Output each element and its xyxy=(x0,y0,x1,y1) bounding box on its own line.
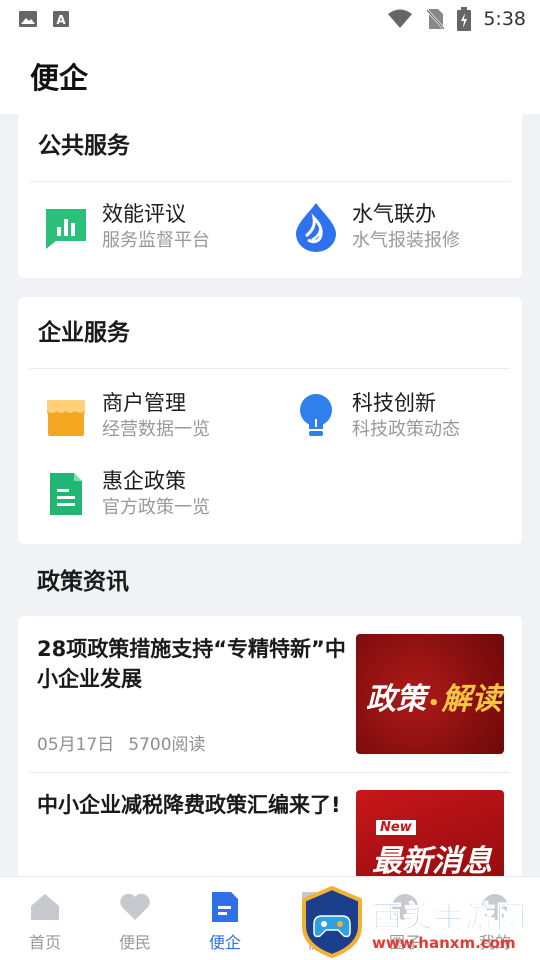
service-item-water-gas[interactable]: 水气联办 水气报装报修 xyxy=(294,200,460,254)
tab-home[interactable]: 首页 xyxy=(0,877,90,960)
service-subtitle: 经营数据一览 xyxy=(102,419,210,440)
enterprise-services-title: 企业服务 xyxy=(30,297,510,369)
battery-charging-icon xyxy=(457,7,472,31)
news-item[interactable]: 中小企业减税降费政策汇编来了! New 最新消息 xyxy=(18,772,522,876)
store-icon xyxy=(44,392,88,440)
tab-enterprise[interactable]: 便企 xyxy=(180,877,270,960)
service-name: 效能评议 xyxy=(102,202,186,226)
public-services-card: 公共服务 效能评议 服务监督平台 水气联办 水气报装报修 xyxy=(18,114,522,278)
service-subtitle: 科技政策动态 xyxy=(352,419,460,440)
service-item-enterprise-policy[interactable]: 惠企政策 官方政策一览 xyxy=(44,467,210,521)
service-subtitle: 服务监督平台 xyxy=(102,230,210,251)
tab-convenience[interactable]: 便民 xyxy=(90,877,180,960)
enterprise-services-card: 企业服务 商户管理 经营数据一览 科技创新 科技政策动态 惠企政策 官方政策一览 xyxy=(18,297,522,544)
news-reads: 5700阅读 xyxy=(128,735,206,755)
thumb-text-latest: 最新消息 xyxy=(372,844,492,876)
no-sim-icon xyxy=(426,9,446,30)
service-subtitle: 官方政策一览 xyxy=(102,497,210,518)
home-icon xyxy=(29,891,61,923)
news-thumbnail: New 最新消息 xyxy=(356,790,504,876)
status-bar: A 5:38 xyxy=(0,0,540,38)
service-item-efficiency-review[interactable]: 效能评议 服务监督平台 xyxy=(44,200,210,254)
news-date: 05月17日 xyxy=(37,735,115,755)
status-time: 5:38 xyxy=(483,8,526,30)
app-header: 便企 xyxy=(0,38,540,114)
service-name: 惠企政策 xyxy=(102,469,186,493)
tab-label: 便民 xyxy=(118,933,151,952)
document-icon xyxy=(209,891,241,923)
watermark-logo-icon xyxy=(302,886,362,958)
document-icon xyxy=(44,470,88,518)
service-item-tech-innovation[interactable]: 科技创新 科技政策动态 xyxy=(294,389,460,443)
news-meta: 05月17日 5700阅读 xyxy=(37,730,220,755)
news-item[interactable]: 28项政策措施支持“专精特新”中小企业发展 05月17日 5700阅读 政策 •解读 xyxy=(18,616,522,772)
heart-icon xyxy=(119,891,151,923)
page-title: 便企 xyxy=(30,61,89,95)
chart-chat-icon xyxy=(44,203,88,251)
tab-label: 便企 xyxy=(208,933,241,952)
bulb-icon xyxy=(294,392,338,440)
image-notification-icon xyxy=(19,11,37,27)
watermark: 西美手游网 www.hanxm.com xyxy=(300,884,540,960)
news-list: 28项政策措施支持“专精特新”中小企业发展 05月17日 5700阅读 政策 •解读… xyxy=(18,616,522,876)
service-name: 商户管理 xyxy=(102,391,186,415)
water-drop-icon xyxy=(294,203,338,252)
main-content[interactable]: 公共服务 效能评议 服务监督平台 水气联办 水气报装报修 企业服务 商户管理 经… xyxy=(0,114,540,876)
news-thumbnail: 政策 •解读 xyxy=(356,634,504,754)
news-title: 28项政策措施支持“专精特新”中小企业发展 xyxy=(37,637,346,691)
thumb-text-interpret: 解读 xyxy=(441,682,502,717)
thumb-text-policy: 政策 xyxy=(366,682,426,717)
watermark-title: 西美手游网 xyxy=(372,900,527,936)
svg-text:A: A xyxy=(56,13,66,27)
tab-label: 首页 xyxy=(28,933,61,952)
service-name: 科技创新 xyxy=(352,391,436,415)
public-services-title: 公共服务 xyxy=(30,114,510,182)
news-title: 中小企业减税降费政策汇编来了! xyxy=(37,793,341,817)
news-section-title: 政策资讯 xyxy=(37,569,129,595)
service-subtitle: 水气报装报修 xyxy=(352,230,460,251)
service-item-merchant-management[interactable]: 商户管理 经营数据一览 xyxy=(44,389,210,443)
service-name: 水气联办 xyxy=(352,202,436,226)
font-notification-icon: A xyxy=(53,11,69,27)
watermark-url: www.hanxm.com xyxy=(372,934,516,952)
thumb-badge-new: New xyxy=(376,820,416,835)
wifi-icon xyxy=(388,9,413,28)
